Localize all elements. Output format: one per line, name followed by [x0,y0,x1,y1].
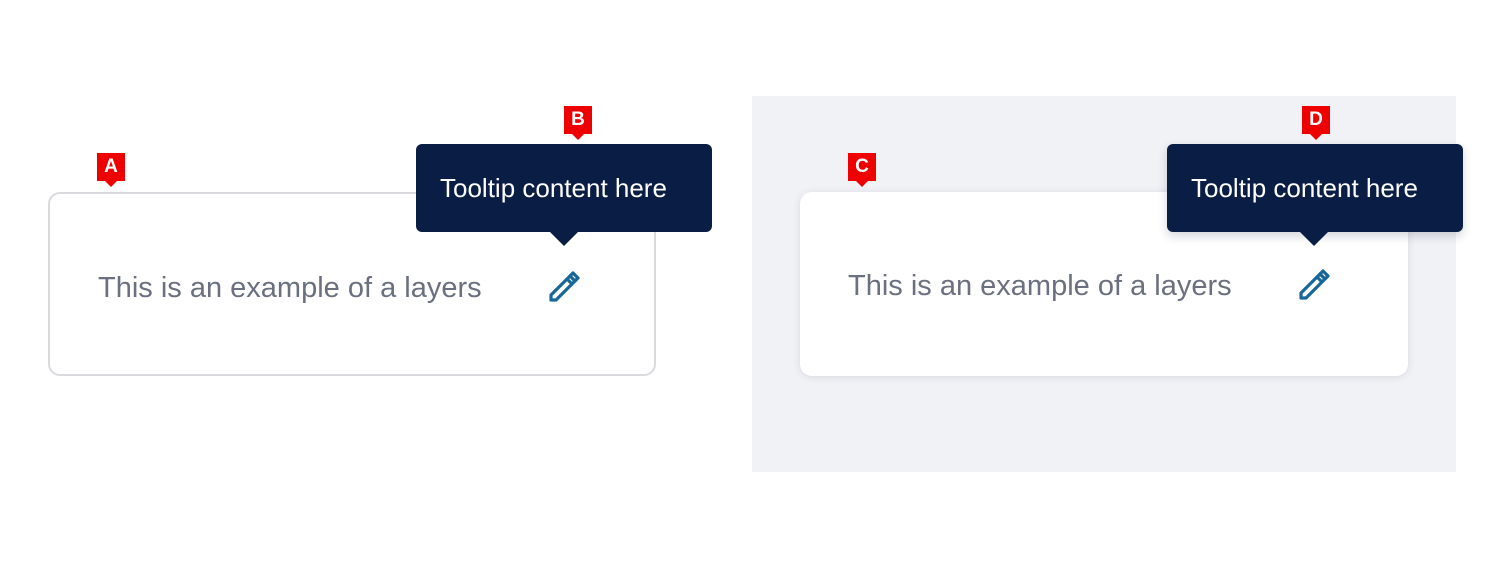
tooltip: Tooltip content here [1167,144,1463,232]
pencil-icon[interactable] [546,268,582,304]
tooltip-arrow [1300,232,1328,246]
annotation-marker-d: D [1302,106,1330,140]
annotation-marker-c: C [848,153,876,187]
card-text: This is an example of a layers [98,272,482,304]
canvas: This is an example of a layers Tooltip c… [0,0,1500,568]
annotation-marker-b: B [564,106,592,140]
tooltip: Tooltip content here [416,144,712,232]
pencil-icon[interactable] [1296,266,1332,302]
annotation-marker-a: A [97,153,125,187]
tooltip-arrow [550,232,578,246]
card-text: This is an example of a layers [848,270,1232,302]
